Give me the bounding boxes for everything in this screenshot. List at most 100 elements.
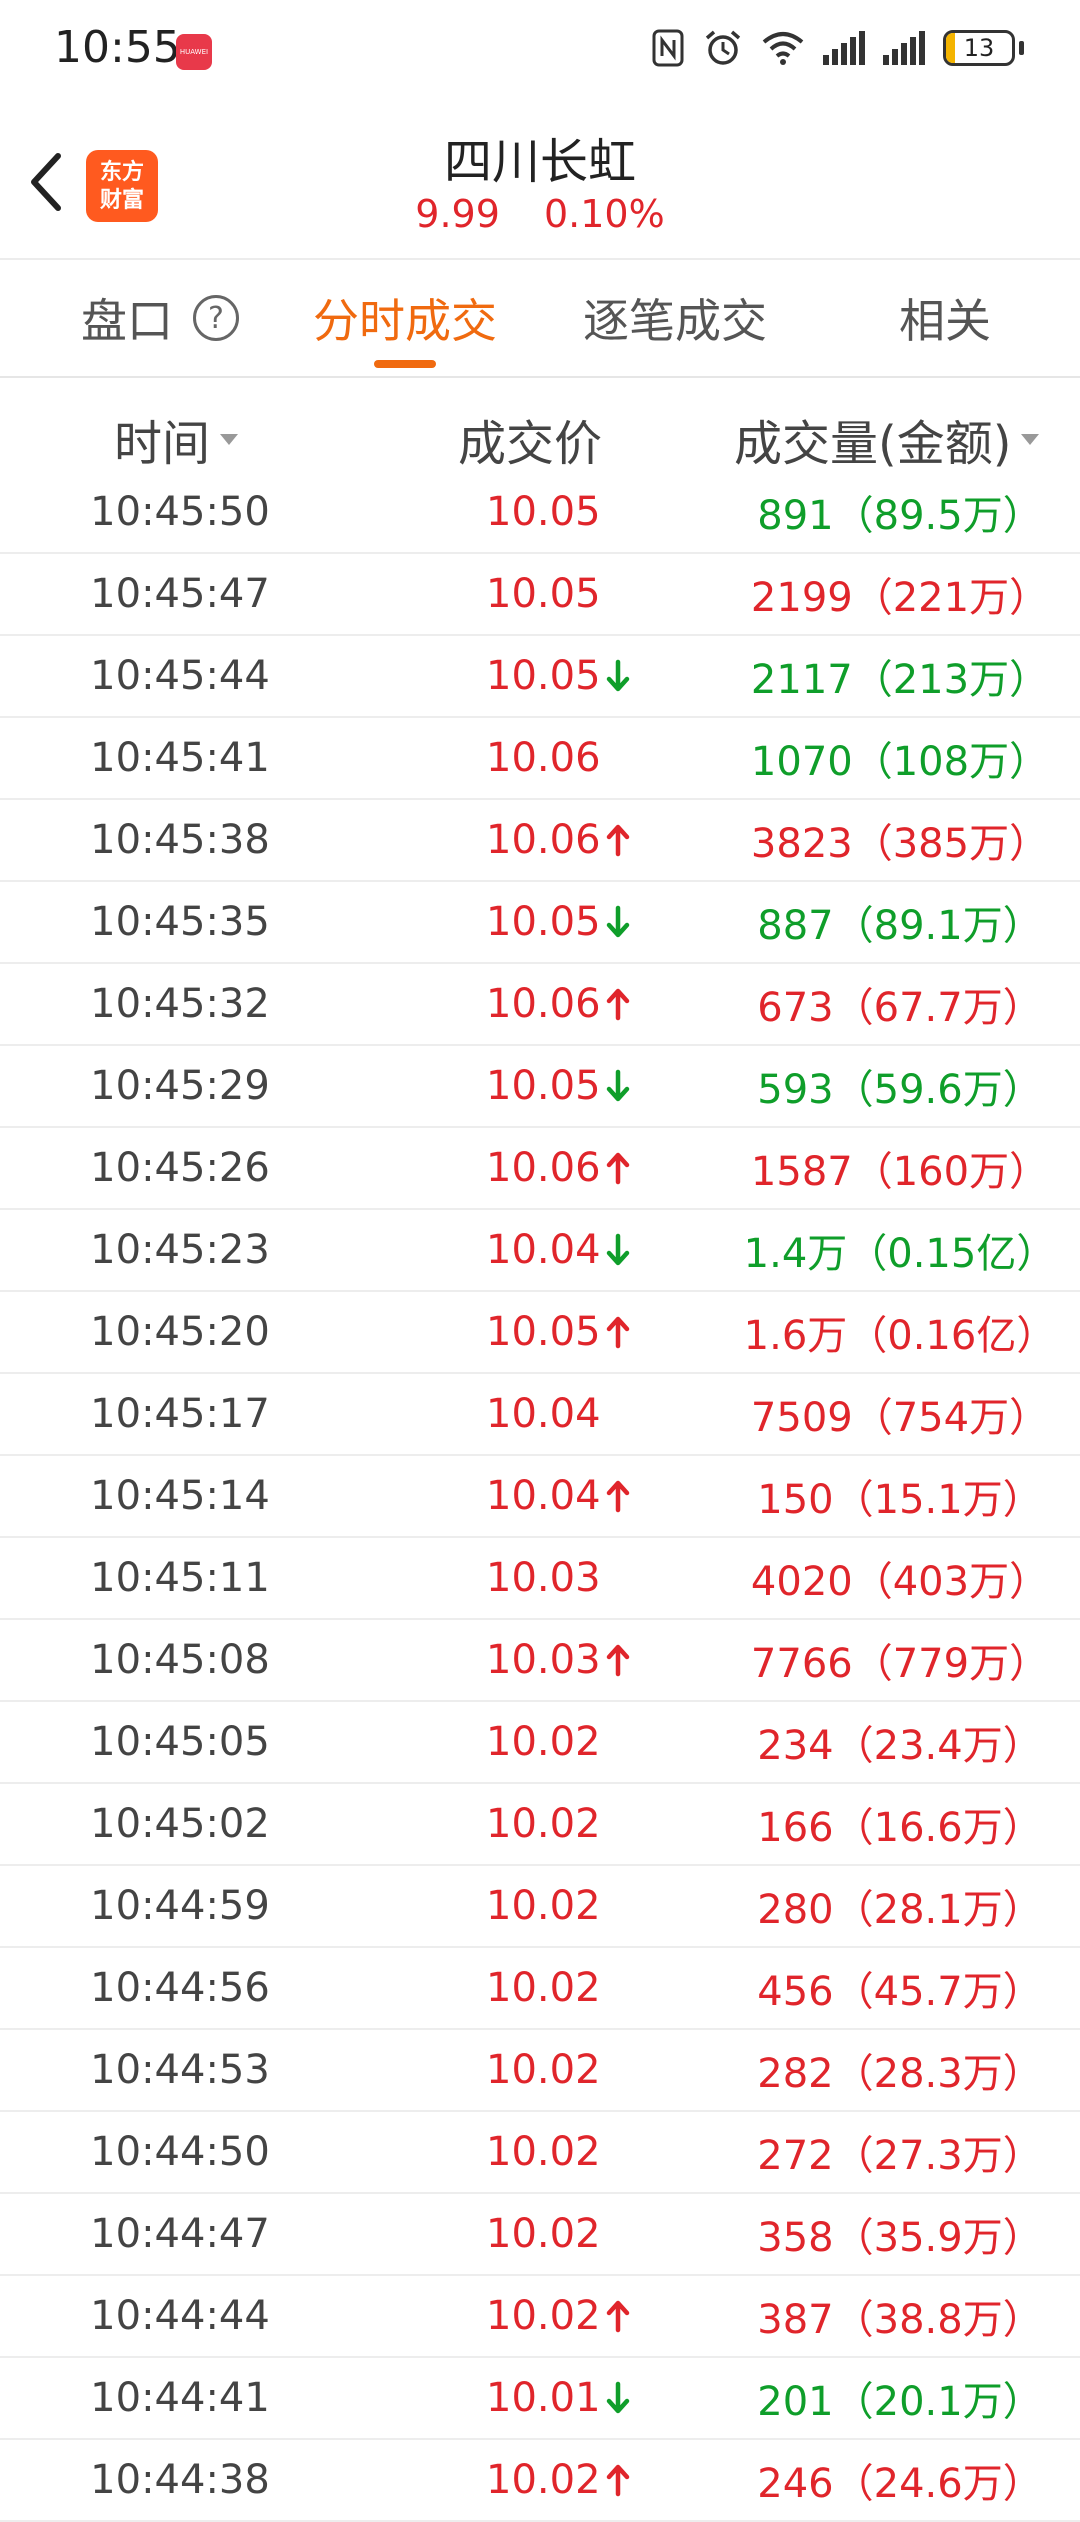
trade-price-cell: 10.03 (486, 1538, 601, 1618)
trade-time: 10:44:59 (90, 1883, 270, 1929)
trade-price: 10.06 (486, 1145, 601, 1191)
trade-row: 10:45:23 10.04 1.4万（0.15亿） (0, 1210, 1080, 1292)
trade-time: 10:45:02 (90, 1801, 270, 1847)
trade-volume: 282（28.3万） (757, 2051, 1043, 2097)
trade-volume: 593（59.6万） (757, 1067, 1043, 1113)
arrow-up-icon (606, 988, 629, 1021)
trade-price: 10.06 (486, 981, 601, 1027)
trade-time: 10:45:05 (90, 1719, 270, 1765)
trade-row: 10:45:05 10.02 234（23.4万） (0, 1702, 1080, 1784)
trade-price: 10.01 (486, 2375, 601, 2421)
trade-row: 10:45:11 10.03 4020（403万） (0, 1538, 1080, 1620)
tab-fenshi-chengjiao[interactable]: 分时成交 (290, 260, 520, 376)
trade-volume: 456（45.7万） (757, 1969, 1043, 2015)
trade-time: 10:44:50 (90, 2129, 270, 2175)
trade-price-cell: 10.01 (486, 2358, 633, 2438)
trade-price: 10.02 (486, 2211, 601, 2257)
trade-price: 10.05 (486, 489, 601, 535)
trade-time: 10:45:32 (90, 981, 270, 1027)
trade-price-cell: 10.02 (486, 1948, 601, 2028)
column-time-header[interactable]: 时间 (114, 404, 239, 474)
trade-time: 10:45:41 (90, 735, 270, 781)
trade-time: 10:45:44 (90, 653, 270, 699)
trade-volume: 4020（403万） (750, 1559, 1050, 1605)
trade-volume: 150（15.1万） (757, 1477, 1043, 1523)
trade-time: 10:45:47 (90, 571, 270, 617)
trade-volume: 7509（754万） (750, 1395, 1050, 1441)
trade-volume: 673（67.7万） (757, 985, 1043, 1031)
trade-row: 10:45:17 10.04 7509（754万） (0, 1374, 1080, 1456)
active-tab-indicator (374, 360, 436, 368)
trade-time: 10:45:50 (90, 489, 270, 535)
trade-price-cell: 10.05 (486, 636, 633, 716)
trade-price: 10.05 (486, 1309, 601, 1355)
trade-time: 10:44:56 (90, 1965, 270, 2011)
trade-price-cell: 10.05 (486, 1292, 633, 1372)
tab-bar: 盘口 ? 分时成交 逐笔成交 相关 (0, 260, 1080, 378)
trade-price-cell: 10.04 (486, 1374, 601, 1454)
trade-volume: 201（20.1万） (757, 2379, 1043, 2425)
trade-volume: 272（27.3万） (757, 2133, 1043, 2179)
wifi-icon (762, 32, 804, 65)
trade-row: 10:45:32 10.06 673（67.7万） (0, 964, 1080, 1046)
battery-level: 13 (963, 34, 995, 62)
arrow-down-icon (606, 659, 629, 692)
signal-icon (823, 31, 865, 65)
tab-label: 盘口 (81, 294, 173, 348)
trade-price: 10.02 (486, 2129, 601, 2175)
trade-volume: 387（38.8万） (757, 2297, 1043, 2343)
trade-price-cell: 10.05 (486, 472, 601, 552)
trade-row: 10:44:38 10.02 246（24.6万） (0, 2440, 1080, 2522)
trade-price-cell: 10.04 (486, 1456, 633, 1536)
trade-row: 10:45:44 10.05 2117（213万） (0, 636, 1080, 718)
tab-related[interactable]: 相关 (850, 260, 1040, 376)
trade-volume: 166（16.6万） (757, 1805, 1043, 1851)
tab-label: 相关 (899, 294, 991, 348)
trade-price: 10.03 (486, 1637, 601, 1683)
tab-zhubi-chengjiao[interactable]: 逐笔成交 (560, 260, 790, 376)
trade-price: 10.06 (486, 817, 601, 863)
trade-time: 10:45:23 (90, 1227, 270, 1273)
stock-quote: 9.99 0.10% (0, 192, 1080, 236)
trade-price-cell: 10.02 (486, 2440, 633, 2520)
signal-icon-2 (883, 31, 925, 65)
trade-price: 10.02 (486, 1719, 601, 1765)
trade-price: 10.02 (486, 2047, 601, 2093)
trade-time: 10:44:41 (90, 2375, 270, 2421)
stock-name: 四川长虹 (443, 134, 636, 190)
trade-price: 10.03 (486, 1555, 601, 1601)
trade-volume: 7766（779万） (750, 1641, 1050, 1687)
column-price-header: 成交价 (458, 404, 602, 474)
trade-price: 10.04 (486, 1391, 601, 1437)
trade-time: 10:45:26 (90, 1145, 270, 1191)
trade-time: 10:45:35 (90, 899, 270, 945)
tab-pankou[interactable]: 盘口 ? (40, 260, 280, 376)
trade-list: 10:45:50 10.05 891（89.5万） 10:45:47 10.05 2199… (0, 472, 1080, 2522)
trade-row: 10:45:26 10.06 1587（160万） (0, 1128, 1080, 1210)
trade-price: 10.05 (486, 571, 601, 617)
tab-label: 逐笔成交 (583, 294, 767, 348)
column-volume-header[interactable]: 成交量(金额) (734, 404, 1040, 474)
trade-price: 10.02 (486, 1965, 601, 2011)
column-volume-label: 成交量(金额) (734, 416, 1012, 472)
trade-volume: 887（89.1万） (757, 903, 1043, 949)
trade-row: 10:45:02 10.02 166（16.6万） (0, 1784, 1080, 1866)
alarm-icon (705, 30, 741, 65)
trade-volume: 2117（213万） (750, 657, 1050, 703)
trade-row: 10:44:59 10.02 280（28.1万） (0, 1866, 1080, 1948)
trade-row: 10:44:44 10.02 387（38.8万） (0, 2276, 1080, 2358)
battery-icon: 13 (943, 30, 1015, 66)
trade-price-cell: 10.06 (486, 964, 633, 1044)
arrow-up-icon (606, 2300, 629, 2333)
trade-volume: 234（23.4万） (757, 1723, 1043, 1769)
trade-time: 10:44:44 (90, 2293, 270, 2339)
status-icons: 13 (651, 28, 1024, 68)
trade-time: 10:44:47 (90, 2211, 270, 2257)
trade-time: 10:45:38 (90, 817, 270, 863)
nfc-icon (652, 29, 684, 67)
help-icon[interactable]: ? (193, 295, 239, 341)
trade-row: 10:44:50 10.02 272（27.3万） (0, 2112, 1080, 2194)
stock-change-pct: 0.10% (543, 192, 665, 236)
trade-volume: 1587（160万） (750, 1149, 1050, 1195)
trade-price-cell: 10.04 (486, 1210, 633, 1290)
